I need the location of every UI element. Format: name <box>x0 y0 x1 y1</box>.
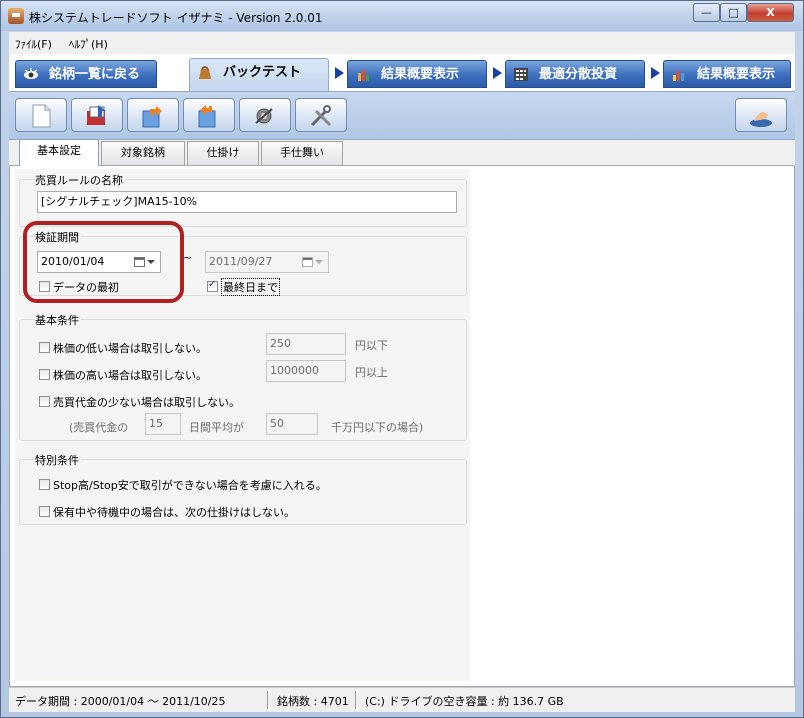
holding-skip-label[interactable]: 保有中や待機中の場合は、次の仕掛けはしない。 <box>53 504 295 520</box>
volume-amount-input: 50 <box>266 413 318 435</box>
volume-mid-text: 日間平均が <box>189 421 244 434</box>
settings-form: 売買ルールの名称 [シグナルチェック]MA15-10% 検証期間 2010/01… <box>15 169 470 681</box>
end-date-value: 2011/09/27 <box>209 255 273 268</box>
tab-basic-settings[interactable]: 基本設定 <box>19 139 99 166</box>
window-title: 株システムトレードソフト イザナミ - Version 2.0.01 <box>29 11 323 25</box>
arrow-right-icon <box>651 67 660 79</box>
tools-icon <box>310 105 332 127</box>
until-last-day-checkbox[interactable] <box>207 279 218 292</box>
tab-exit[interactable]: 手仕舞い <box>261 141 343 165</box>
open-button[interactable] <box>71 98 123 132</box>
arrow-right-icon <box>335 67 344 79</box>
holding-skip-checkbox[interactable] <box>39 506 50 517</box>
new-document-icon <box>32 104 51 128</box>
minimize-button[interactable]: — <box>693 3 720 22</box>
period-highlight-annotation <box>23 221 184 303</box>
tab-entry[interactable]: 仕掛け <box>187 141 259 165</box>
calendar-icon <box>302 257 313 267</box>
title-bar[interactable]: 株システムトレードソフト イザナミ - Version 2.0.01 — □ X <box>1 1 803 31</box>
bar-chart-icon <box>673 71 684 81</box>
tab-result-summary-label: 結果概要表示 <box>381 67 460 82</box>
app-icon <box>8 8 24 24</box>
date-range-separator: ~ <box>183 251 193 264</box>
calculator-icon <box>514 68 528 81</box>
low-price-checkbox[interactable] <box>39 342 50 353</box>
special-conditions-label: 特別条件 <box>35 452 81 468</box>
start-icon <box>750 112 772 127</box>
tab-back-to-list-label: 銘柄一覧に戻る <box>49 67 141 82</box>
until-last-day-label[interactable]: 最終日まで <box>221 278 280 296</box>
start-button[interactable] <box>735 98 787 132</box>
tab-optimal-distribution[interactable]: 最適分散投資 <box>505 60 645 88</box>
toolbar <box>9 91 795 140</box>
menu-bar: ﾌｧｲﾙ(F) ﾍﾙﾌﾟ(H) <box>9 32 795 55</box>
maximize-button[interactable]: □ <box>720 3 747 22</box>
low-price-unit: 円以下 <box>355 339 388 352</box>
tab-back-to-list[interactable]: 銘柄一覧に戻る <box>15 60 157 88</box>
stop-limit-checkbox[interactable] <box>39 479 50 490</box>
high-price-input: 1000000 <box>266 360 346 382</box>
end-date-picker: 2011/09/27 <box>205 251 329 273</box>
low-volume-label[interactable]: 売買代金の少ない場合は取引しない。 <box>53 394 240 410</box>
status-separator <box>355 691 356 709</box>
low-price-label[interactable]: 株価の低い場合は取引しない。 <box>53 340 207 356</box>
rule-name-input[interactable]: [シグナルチェック]MA15-10% <box>37 191 457 213</box>
tab-result-summary[interactable]: 結果概要表示 <box>347 60 487 88</box>
app-window: 株システムトレードソフト イザナミ - Version 2.0.01 — □ X… <box>0 0 804 718</box>
high-price-label[interactable]: 株価の高い場合は取引しない。 <box>53 367 207 383</box>
low-volume-checkbox[interactable] <box>39 396 50 407</box>
status-free-space: (C:) ドライブの空き容量 : 約 136.7 GB <box>365 695 564 708</box>
open-folder-icon <box>87 105 106 125</box>
settings-button[interactable] <box>239 98 291 132</box>
import-icon <box>198 105 216 128</box>
tab-optimal-distribution-label: 最適分散投資 <box>539 67 618 82</box>
status-stock-count: 銘柄数 : 4701 <box>277 695 349 708</box>
low-price-input: 250 <box>266 333 346 355</box>
tab-result-summary-2-label: 結果概要表示 <box>697 67 776 82</box>
settings-icon <box>255 108 273 124</box>
settings-panel: 売買ルールの名称 [シグナルチェック]MA15-10% 検証期間 2010/01… <box>9 165 795 687</box>
volume-prefix: (売買代金の <box>69 421 129 434</box>
new-button[interactable] <box>15 98 67 132</box>
hand-chart-icon <box>358 70 369 81</box>
status-separator <box>267 691 268 709</box>
tab-target-stocks[interactable]: 対象銘柄 <box>101 141 185 165</box>
basic-conditions-label: 基本条件 <box>35 312 81 328</box>
bag-icon <box>199 66 211 79</box>
tools-button[interactable] <box>295 98 347 132</box>
tab-backtest[interactable]: バックテスト <box>189 58 329 91</box>
status-data-period: データ期間 : 2000/01/04 〜 2011/10/25 <box>15 695 226 708</box>
high-price-checkbox[interactable] <box>39 369 50 380</box>
import-button[interactable] <box>183 98 235 132</box>
stop-limit-label[interactable]: Stop高/Stop安で取引ができない場合を考慮に入れる。 <box>53 477 327 493</box>
menu-file[interactable]: ﾌｧｲﾙ(F) <box>15 36 52 52</box>
volume-days-input: 15 <box>145 413 181 435</box>
volume-suffix: 千万円以下の場合) <box>331 421 424 434</box>
settings-tabs: 基本設定 対象銘柄 仕掛け 手仕舞い <box>9 139 795 166</box>
rule-name-label: 売買ルールの名称 <box>35 172 125 188</box>
eye-icon <box>24 68 38 79</box>
tab-result-summary-2[interactable]: 結果概要表示 <box>663 60 791 88</box>
tab-backtest-label: バックテスト <box>223 65 302 80</box>
close-button[interactable]: X <box>747 3 794 22</box>
menu-help[interactable]: ﾍﾙﾌﾟ(H) <box>69 36 108 52</box>
status-bar: データ期間 : 2000/01/04 〜 2011/10/25 銘柄数 : 47… <box>9 687 795 712</box>
export-button[interactable] <box>127 98 179 132</box>
arrow-right-icon <box>493 67 502 79</box>
chevron-down-icon <box>315 260 323 264</box>
export-icon <box>142 106 162 128</box>
high-price-unit: 円以上 <box>355 366 388 379</box>
main-tabs: 銘柄一覧に戻る バックテスト 結果概要表示 最適分散投資 結果概要表示 <box>9 54 795 91</box>
client-area: 銘柄一覧に戻る バックテスト 結果概要表示 最適分散投資 結果概要表示 基本設定… <box>9 54 795 687</box>
